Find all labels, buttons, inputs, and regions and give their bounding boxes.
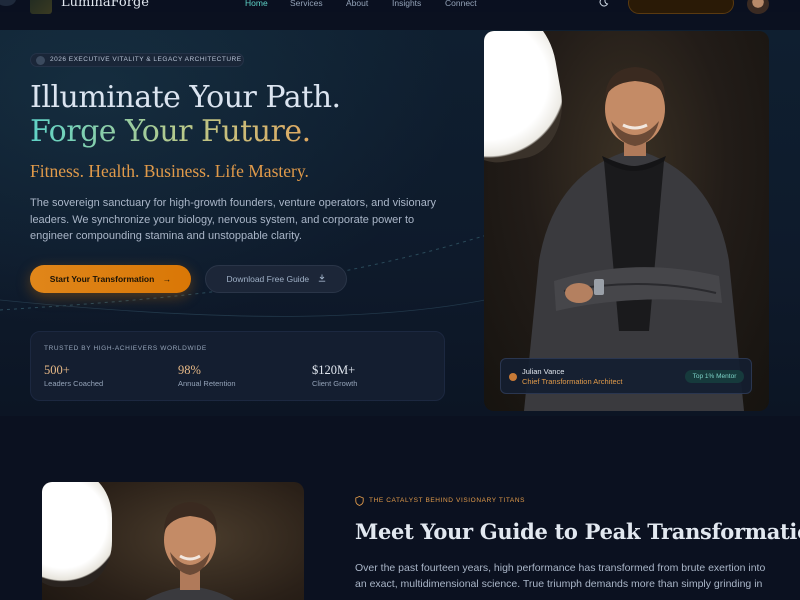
download-guide-button[interactable]: Download Free Guide <box>205 265 347 293</box>
top-nav: LuminaForge Home Services About Insights… <box>0 0 800 14</box>
status-dot-icon <box>509 373 517 381</box>
nav-link-connect[interactable]: Connect <box>445 0 477 8</box>
moon-icon[interactable] <box>599 0 611 9</box>
brand-logo-icon[interactable] <box>30 0 52 14</box>
about-body: Over the past fourteen years, high perfo… <box>355 562 766 590</box>
pill-dot-icon <box>36 56 45 65</box>
mentor-portrait <box>484 31 769 411</box>
stat-value-growth: $120M+ <box>312 363 356 377</box>
stat-label-retention: Annual Retention <box>178 379 236 388</box>
nav-link-home[interactable]: Home <box>245 0 268 8</box>
trust-title: TRUSTED BY HIGH-ACHIEVERS WORLDWIDE <box>44 345 207 352</box>
secondary-cta-label: Download Free Guide <box>226 274 310 284</box>
avatar[interactable] <box>747 0 769 14</box>
eyebrow-text: 2026 EXECUTIVE VITALITY & LEGACY ARCHITE… <box>50 56 242 63</box>
primary-cta-label: Start Your Transformation <box>49 274 155 284</box>
stat-label-leaders: Leaders Coached <box>44 379 104 388</box>
about-eyebrow: THE CATALYST BEHIND VISIONARY TITANS <box>369 497 526 504</box>
eyebrow-pill: 2026 EXECUTIVE VITALITY & LEGACY ARCHITE… <box>30 53 244 67</box>
brand-name[interactable]: LuminaForge <box>61 0 149 10</box>
trust-card: TRUSTED BY HIGH-ACHIEVERS WORLDWIDE 500+… <box>30 331 445 401</box>
top-cta-button[interactable] <box>628 0 734 14</box>
start-transformation-button[interactable]: Start Your Transformation → <box>30 265 191 293</box>
nav-link-about[interactable]: About <box>346 0 368 8</box>
status-badge: Top 1% Mentor <box>685 370 744 383</box>
mentor-figure <box>524 67 744 411</box>
guide-portrait <box>42 482 304 600</box>
menu-dot[interactable] <box>0 0 16 6</box>
tagline: Fitness. Health. Business. Life Mastery. <box>30 161 309 181</box>
mentor-name: Julian Vance <box>522 367 565 376</box>
stat-value-leaders: 500+ <box>44 363 70 377</box>
stat-value-retention: 98% <box>178 363 201 377</box>
headline-line2: Forge Your Future. <box>30 114 311 149</box>
hero-description: The sovereign sanctuary for high-growth … <box>30 197 436 242</box>
stat-label-growth: Client Growth <box>312 379 358 388</box>
arrow-right-icon: → <box>162 274 172 284</box>
nav-link-services[interactable]: Services <box>290 0 323 8</box>
about-heading: Meet Your Guide to Peak Transformation <box>355 519 800 544</box>
shield-icon <box>355 496 364 506</box>
download-icon <box>318 274 326 284</box>
mentor-role: Chief Transformation Architect <box>522 377 623 386</box>
mentor-caption-card: Julian Vance Chief Transformation Archit… <box>500 358 752 394</box>
guide-figure <box>145 502 234 600</box>
nav-link-insights[interactable]: Insights <box>392 0 421 8</box>
headline-line1: Illuminate Your Path. <box>30 80 341 115</box>
